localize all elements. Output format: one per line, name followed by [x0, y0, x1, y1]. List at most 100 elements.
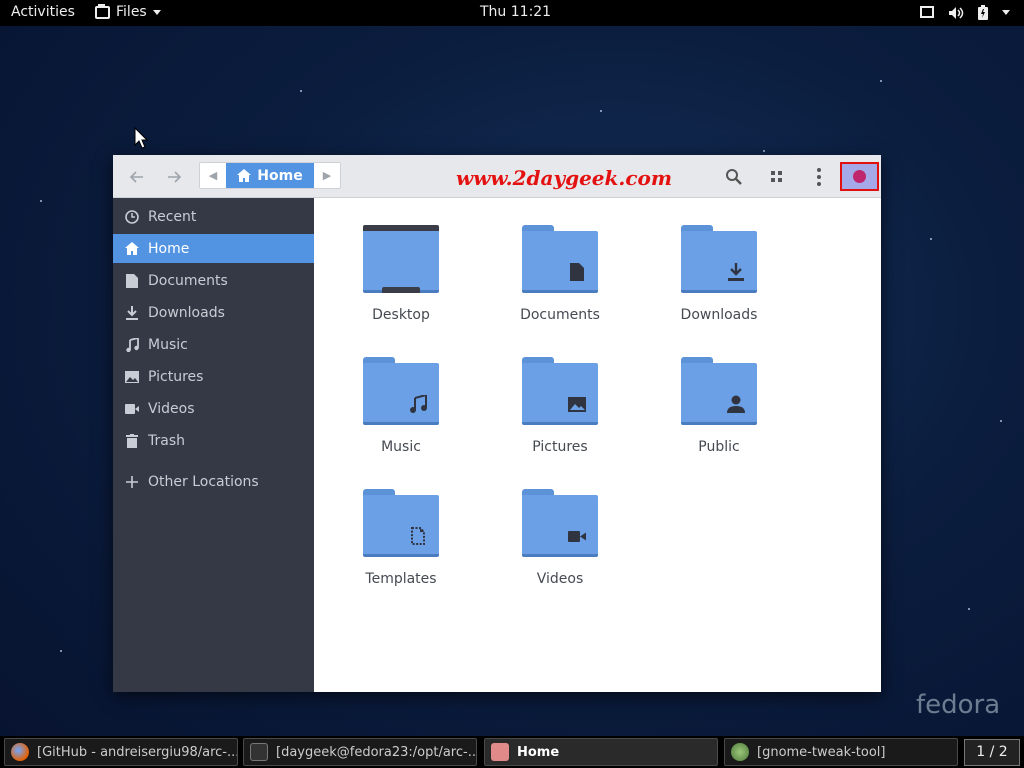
task-home[interactable]: Home	[484, 738, 718, 766]
view-toggle-button[interactable]	[765, 165, 789, 189]
sidebar-item-documents[interactable]: Documents	[113, 266, 314, 295]
task-label: [GitHub - andreisergiu98/arc-...	[37, 744, 238, 760]
clock-icon	[125, 209, 139, 224]
video-icon	[125, 402, 139, 416]
task-firefox[interactable]: [GitHub - andreisergiu98/arc-...	[4, 738, 238, 766]
firefox-icon	[11, 743, 29, 761]
watermark: www.2daygeek.com	[456, 166, 673, 190]
sidebar-item-label: Home	[148, 240, 190, 257]
sidebar-item-downloads[interactable]: Downloads	[113, 298, 314, 327]
chevron-down-icon	[152, 9, 161, 15]
sidebar-item-trash[interactable]: Trash	[113, 426, 314, 455]
folder-music[interactable]: Music	[341, 357, 461, 467]
grid-icon	[771, 171, 782, 182]
folder-label: Videos	[536, 571, 584, 587]
window-list: [GitHub - andreisergiu98/arc-... [daygee…	[0, 736, 1024, 768]
folder-documents[interactable]: Documents	[500, 225, 620, 335]
header-bar: ◀ Home ▶ www.2daygeek.com	[113, 155, 881, 198]
back-button[interactable]	[126, 166, 148, 188]
public-folder-icon	[681, 357, 757, 425]
forward-arrow-icon	[168, 171, 182, 183]
task-label: [gnome-tweak-tool]	[757, 744, 886, 760]
screen-icon	[920, 6, 934, 18]
folder-videos[interactable]: Videos	[500, 489, 620, 599]
breadcrumb-home[interactable]: Home	[226, 163, 314, 188]
pictures-folder-icon	[522, 357, 598, 425]
folder-label: Templates	[365, 571, 437, 587]
folder-icon	[491, 743, 509, 761]
home-icon	[237, 169, 252, 182]
menu-button[interactable]	[807, 165, 831, 189]
download-icon	[125, 305, 139, 320]
menu-icon	[817, 168, 821, 186]
videos-folder-icon	[522, 489, 598, 557]
battery-icon	[978, 5, 988, 20]
folder-label: Public	[698, 439, 740, 455]
task-tweak-tool[interactable]: [gnome-tweak-tool]	[724, 738, 958, 766]
sidebar-item-label: Pictures	[148, 368, 204, 385]
folder-templates[interactable]: Templates	[341, 489, 461, 599]
system-menu-arrow	[1002, 10, 1010, 15]
system-tray[interactable]	[920, 5, 1010, 20]
task-terminal[interactable]: [daygeek@fedora23:/opt/arc-...	[243, 738, 477, 766]
app-menu[interactable]: Files	[95, 3, 161, 20]
sidebar-item-home[interactable]: Home	[113, 234, 314, 263]
activities-button[interactable]: Activities	[11, 4, 75, 20]
home-icon	[125, 242, 139, 256]
path-right-arrow[interactable]: ▶	[314, 163, 340, 188]
document-icon	[125, 273, 139, 288]
folder-label: Pictures	[532, 439, 588, 455]
picture-icon	[125, 370, 139, 384]
path-left-arrow[interactable]: ◀	[200, 163, 226, 188]
downloads-folder-icon	[681, 225, 757, 293]
clock[interactable]: Thu 11:21	[480, 4, 551, 20]
music-folder-icon	[363, 357, 439, 425]
breadcrumb-label: Home	[257, 167, 303, 184]
sidebar-item-recent[interactable]: Recent	[113, 202, 314, 231]
terminal-icon	[250, 743, 268, 761]
folder-pictures[interactable]: Pictures	[500, 357, 620, 467]
close-button[interactable]	[840, 162, 879, 191]
trash-icon	[125, 433, 139, 448]
forward-button[interactable]	[163, 166, 185, 188]
sidebar-item-label: Other Locations	[148, 473, 259, 490]
task-label: Home	[517, 744, 560, 760]
folder-desktop[interactable]: Desktop	[341, 225, 461, 335]
folder-label: Desktop	[372, 307, 430, 323]
sidebar: Recent Home Documents Downloads Music Pi…	[113, 198, 314, 692]
tweak-tool-icon	[731, 743, 749, 761]
music-icon	[125, 337, 139, 352]
mouse-cursor-icon	[134, 127, 148, 149]
folder-public[interactable]: Public	[659, 357, 779, 467]
sidebar-item-pictures[interactable]: Pictures	[113, 362, 314, 391]
sidebar-item-label: Music	[148, 336, 188, 353]
folder-label: Music	[381, 439, 421, 455]
folder-label: Documents	[520, 307, 600, 323]
templates-folder-icon	[363, 489, 439, 557]
search-button[interactable]	[722, 165, 746, 189]
sidebar-item-label: Downloads	[148, 304, 225, 321]
folder-label: Downloads	[680, 307, 758, 323]
volume-icon	[949, 6, 964, 19]
app-menu-label: Files	[116, 4, 147, 20]
fedora-logo: fedora	[916, 690, 1001, 720]
sidebar-item-music[interactable]: Music	[113, 330, 314, 359]
sidebar-item-label: Recent	[148, 208, 197, 225]
path-bar: ◀ Home ▶	[199, 162, 341, 189]
folder-view: Desktop Documents Downloads Music Pictur…	[314, 198, 881, 692]
files-icon	[95, 3, 110, 19]
sidebar-item-label: Videos	[148, 400, 195, 417]
task-label: [daygeek@fedora23:/opt/arc-...	[276, 744, 477, 760]
sidebar-item-label: Trash	[148, 432, 185, 449]
desktop-folder-icon	[363, 225, 439, 293]
plus-icon	[125, 475, 139, 489]
search-icon	[726, 169, 742, 185]
close-dot-icon	[853, 170, 866, 183]
sidebar-item-label: Documents	[148, 272, 228, 289]
sidebar-item-videos[interactable]: Videos	[113, 394, 314, 423]
folder-downloads[interactable]: Downloads	[659, 225, 779, 335]
back-arrow-icon	[129, 171, 143, 183]
documents-folder-icon	[522, 225, 598, 293]
workspace-indicator[interactable]: 1 / 2	[964, 739, 1020, 766]
sidebar-item-other-locations[interactable]: Other Locations	[113, 467, 314, 496]
